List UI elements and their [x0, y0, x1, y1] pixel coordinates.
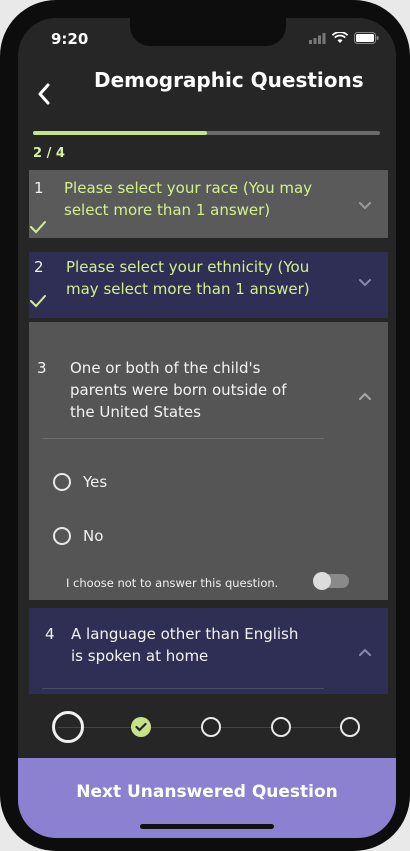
question-text: Please select your ethnicity (You may se… — [66, 256, 310, 300]
question-text-line: Please select your race (You may — [64, 179, 313, 197]
checkmark-icon — [30, 221, 46, 234]
question-text: Please select your race (You may select … — [64, 177, 312, 221]
question-card-4[interactable]: 4 A language other than English is spoke… — [29, 608, 388, 694]
radio-circle[interactable] — [53, 527, 71, 545]
home-indicator — [140, 824, 274, 829]
question-card-1[interactable]: 1 Please select your race (You may selec… — [29, 170, 388, 238]
question-text-line: is spoken at home — [71, 647, 209, 665]
progress-bar-fill — [33, 131, 207, 135]
decline-answer-label: I choose not to answer this question. — [66, 576, 279, 590]
question-number: 1 — [34, 179, 44, 197]
checkmark-icon — [30, 295, 46, 308]
question-number: 4 — [45, 625, 55, 643]
wifi-icon — [332, 32, 348, 43]
step-pending[interactable] — [271, 717, 291, 737]
question-text-line: One or both of the child's — [70, 359, 261, 377]
chevron-down-icon — [359, 202, 371, 210]
battery-icon — [354, 32, 379, 44]
page-title: Demographic Questions — [94, 68, 364, 92]
question-text-line: select more than 1 answer) — [64, 201, 271, 219]
divider — [42, 688, 324, 689]
radio-option-yes[interactable]: Yes — [53, 473, 107, 491]
phone-frame: 9:20 Demographic Questions 2 / 4 1 Pleas… — [0, 0, 410, 851]
question-number: 3 — [37, 359, 47, 377]
radio-option-no[interactable]: No — [53, 527, 103, 545]
question-text-line: Please select your ethnicity (You — [66, 258, 310, 276]
toggle-knob — [313, 572, 331, 590]
next-button-label: Next Unanswered Question — [76, 782, 338, 802]
progress-bar — [33, 131, 380, 135]
question-text: A language other than English is spoken … — [71, 623, 298, 667]
signal-icon — [309, 32, 326, 44]
step-completed[interactable] — [131, 717, 151, 737]
step-pending[interactable] — [340, 717, 360, 737]
decline-answer-toggle[interactable] — [313, 572, 349, 590]
radio-label: No — [83, 527, 104, 545]
checkmark-icon — [135, 722, 147, 732]
question-card-3: 3 One or both of the child's parents wer… — [29, 322, 388, 600]
question-text-line: A language other than English — [71, 625, 299, 643]
chevron-left-icon — [38, 83, 50, 105]
question-text: One or both of the child's parents were … — [70, 357, 286, 423]
back-button[interactable] — [30, 80, 58, 108]
question-text-line: may select more than 1 answer) — [66, 280, 310, 298]
status-icons — [309, 32, 379, 44]
radio-circle[interactable] — [53, 473, 71, 491]
chevron-up-icon[interactable] — [356, 388, 374, 406]
app-screen: 9:20 Demographic Questions 2 / 4 1 Pleas… — [18, 18, 396, 838]
divider — [42, 438, 324, 439]
radio-label: Yes — [83, 473, 108, 491]
question-card-2[interactable]: 2 Please select your ethnicity (You may … — [29, 252, 388, 318]
question-number: 2 — [34, 258, 44, 276]
step-current[interactable] — [52, 711, 84, 743]
progress-label: 2 / 4 — [33, 146, 65, 161]
status-time: 9:20 — [51, 30, 89, 48]
question-text-line: parents were born outside of — [70, 381, 287, 399]
question-text-line: the United States — [70, 403, 201, 421]
question-step-navigator — [18, 694, 396, 758]
chevron-down-icon — [359, 279, 371, 287]
device-notch — [130, 18, 286, 46]
step-pending[interactable] — [201, 717, 221, 737]
chevron-up-icon[interactable] — [356, 644, 374, 662]
